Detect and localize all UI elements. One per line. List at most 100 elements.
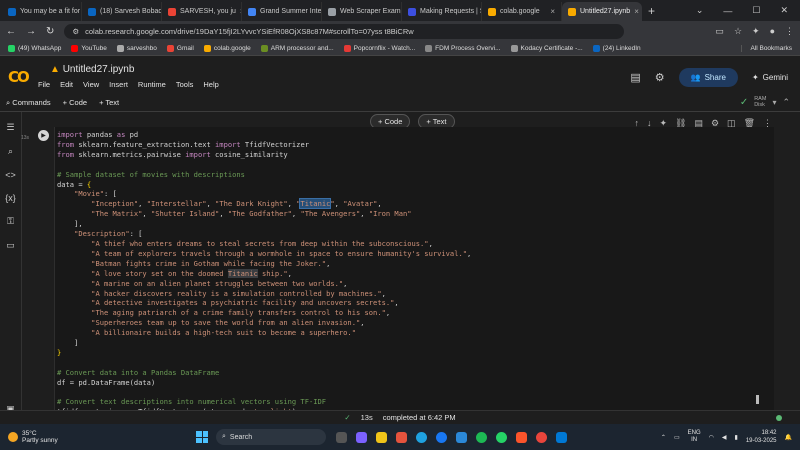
store-icon[interactable]	[456, 431, 467, 443]
bookmark-item[interactable]: (24) LinkedIn	[592, 44, 641, 52]
bookmark-item[interactable]: YouTube	[71, 44, 107, 52]
file-explorer-icon[interactable]	[376, 431, 387, 443]
bookmark-label: (49) WhatsApp	[18, 44, 62, 52]
code-editor[interactable]: import pandas as pd from sklearn.feature…	[54, 127, 774, 410]
edge-icon[interactable]	[416, 431, 427, 443]
new-tab-icon[interactable]: +	[642, 4, 661, 18]
share-button[interactable]: 👥 Share	[678, 68, 738, 87]
task-view-icon[interactable]	[336, 431, 347, 443]
tab-close-icon[interactable]: ×	[550, 7, 555, 16]
menu-item-insert[interactable]: Insert	[109, 80, 128, 89]
volume-icon[interactable]: ◀	[722, 434, 727, 441]
table-of-contents-icon[interactable]: ☰	[6, 122, 14, 133]
menu-item-help[interactable]: Help	[203, 80, 218, 89]
status-bar: ✓ 13s completed at 6:42 PM	[0, 410, 800, 424]
bookmark-label: Kodacy Certificate -...	[520, 44, 583, 52]
notebook-title[interactable]: ▲ Untitled27.ipynb	[50, 64, 134, 75]
menu-item-edit[interactable]: Edit	[60, 80, 73, 89]
copilot-icon[interactable]	[356, 431, 367, 443]
all-bookmarks-button[interactable]: All Bookmarks	[741, 44, 792, 52]
success-check-icon: ✓	[344, 413, 351, 422]
wifi-icon[interactable]: ◠	[709, 434, 714, 441]
bookmark-item[interactable]: (49) WhatsApp	[8, 44, 62, 52]
secrets-key-icon[interactable]: ⚿	[7, 216, 14, 227]
battery-icon[interactable]: ▭	[674, 434, 680, 441]
spotify-icon[interactable]	[476, 431, 487, 443]
bookmark-item[interactable]: colab.google	[203, 44, 251, 52]
colab-logo-icon[interactable]: CO	[8, 68, 30, 86]
bookmark-item[interactable]: Popcornflix - Watch...	[343, 44, 415, 52]
notifications-icon[interactable]: 🔔	[785, 434, 792, 441]
tray-overflow-icon[interactable]: ⌃	[661, 434, 666, 441]
menu-item-runtime[interactable]: Runtime	[138, 80, 166, 89]
menu-item-file[interactable]: File	[38, 80, 50, 89]
browser-tab[interactable]: (18) Sarvesh Bobade×	[82, 2, 162, 21]
brave-icon[interactable]	[516, 431, 527, 443]
extension-icon[interactable]: ✦	[752, 26, 760, 37]
tab-favicon-icon	[328, 7, 336, 16]
whatsapp-icon[interactable]	[496, 431, 507, 443]
minimize-icon[interactable]: —	[723, 6, 732, 16]
battery-level-icon[interactable]: ▮	[735, 434, 738, 441]
status-duration: 13s	[360, 413, 373, 422]
facebook-icon[interactable]	[436, 431, 447, 443]
menu-item-view[interactable]: View	[83, 80, 99, 89]
browser-tab[interactable]: Web Scraper Exampl×	[322, 2, 402, 21]
settings-gear-icon[interactable]: ⚙	[655, 71, 665, 84]
command-bar: ⌕ Commands + Code + Text	[0, 94, 800, 112]
comment-icon[interactable]: ▤	[630, 71, 640, 84]
code-cell[interactable]: ▶ 13s import pandas as pd from sklearn.f…	[21, 127, 776, 410]
gemini-sparkle-icon: ✦	[751, 73, 759, 82]
find-icon[interactable]: ⌕	[8, 146, 13, 157]
more-menu-icon[interactable]: ⋮	[785, 26, 794, 37]
taskbar-search[interactable]: ⌕ Search	[216, 429, 326, 445]
language-indicator[interactable]: ENG IN	[688, 430, 701, 444]
variables-icon[interactable]: {x}	[5, 193, 16, 203]
add-code-button[interactable]: + Code	[63, 98, 87, 107]
cast-icon[interactable]: ▭	[715, 26, 724, 37]
gemini-button[interactable]: ✦ Gemini	[752, 73, 788, 82]
browser-tab[interactable]: Untitled27.ipynb ×	[562, 2, 642, 21]
weather-widget[interactable]: 35°C Partly sunny	[8, 430, 188, 444]
forward-icon[interactable]: →	[26, 26, 36, 37]
bookmark-item[interactable]: sarveshbo	[116, 44, 157, 52]
browser-tab[interactable]: You may be a fit for×	[2, 2, 82, 21]
chrome-icon[interactable]	[536, 431, 547, 443]
search-icon: ⌕	[6, 97, 11, 107]
close-icon[interactable]: ✕	[780, 5, 788, 16]
url-field[interactable]: ⚙ colab.research.google.com/drive/19DaY1…	[64, 23, 625, 39]
tab-label: (18) Sarvesh Bobade	[100, 8, 162, 15]
bookmark-star-icon[interactable]: ☆	[734, 26, 742, 37]
site-info-icon[interactable]: ⚙	[72, 27, 79, 36]
bookmark-item[interactable]: Gmail	[166, 44, 194, 52]
browser-tab[interactable]: Making Requests | S×	[402, 2, 482, 21]
add-text-button[interactable]: + Text	[99, 98, 119, 107]
browser-tab[interactable]: colab.google ×	[482, 2, 562, 21]
bookmark-item[interactable]: ARM processor and...	[260, 44, 334, 52]
back-icon[interactable]: ←	[6, 26, 16, 37]
vscode-icon[interactable]	[556, 431, 567, 443]
chevron-down-icon[interactable]: ▾	[772, 98, 776, 107]
windows-start-icon[interactable]	[196, 431, 208, 443]
scrollbar-thumb[interactable]	[756, 395, 759, 404]
tab-label: Grand Summer Inter	[260, 8, 322, 15]
chevron-down-icon[interactable]: ⌄	[696, 5, 704, 16]
menu-item-tools[interactable]: Tools	[176, 80, 194, 89]
media-player-icon[interactable]	[396, 431, 407, 443]
tab-close-icon[interactable]: ×	[634, 7, 639, 16]
runtime-status[interactable]: ✓ RAM Disk ▾ ⌃	[740, 96, 790, 108]
collapse-chevron-icon[interactable]: ⌃	[782, 97, 790, 108]
bookmark-label: (24) LinkedIn	[602, 44, 641, 52]
clock[interactable]: 18:42 19-03-2025	[746, 429, 777, 445]
run-cell-button[interactable]: ▶	[38, 130, 49, 141]
browser-tab[interactable]: SARVESH, you ju×	[162, 2, 242, 21]
reload-icon[interactable]: ↻	[46, 26, 54, 37]
commands-button[interactable]: ⌕ Commands	[6, 98, 51, 108]
profile-icon[interactable]: ●	[770, 26, 775, 36]
browser-tab[interactable]: Grand Summer Inter×	[242, 2, 322, 21]
bookmark-item[interactable]: Kodacy Certificate -...	[510, 44, 583, 52]
bookmark-item[interactable]: FDM Process Overvi...	[425, 44, 501, 52]
maximize-icon[interactable]: ☐	[752, 5, 760, 16]
code-snippets-icon[interactable]: <>	[5, 170, 16, 180]
files-folder-icon[interactable]: ▭	[6, 240, 15, 251]
